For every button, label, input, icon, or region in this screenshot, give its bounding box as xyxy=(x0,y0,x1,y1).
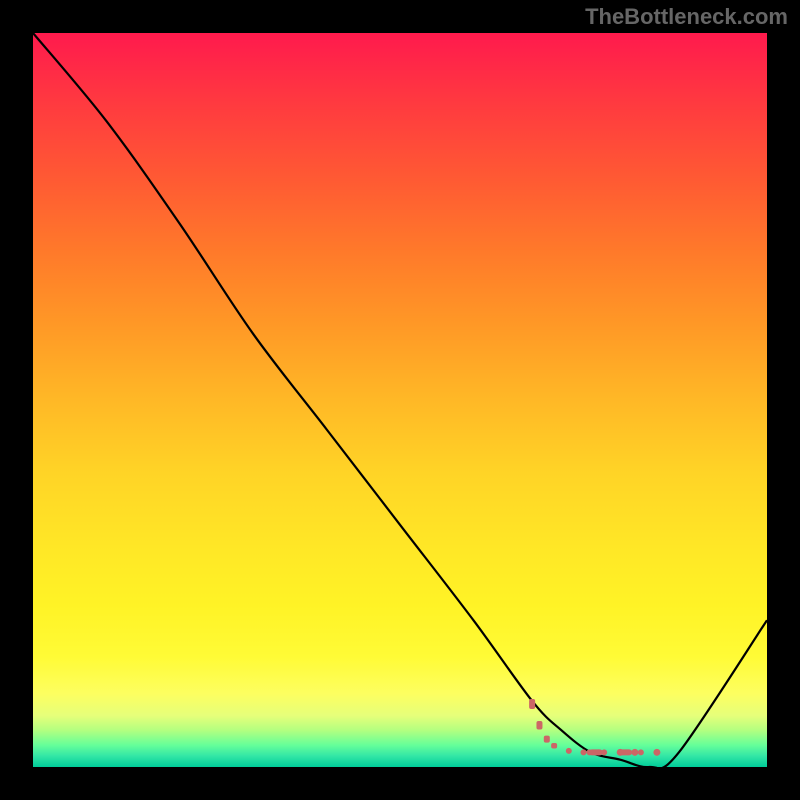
optimal-markers xyxy=(529,699,660,756)
bottleneck-curve xyxy=(33,33,767,767)
curve-svg xyxy=(33,33,767,767)
watermark-text: TheBottleneck.com xyxy=(585,4,788,30)
chart-plot xyxy=(33,33,767,767)
